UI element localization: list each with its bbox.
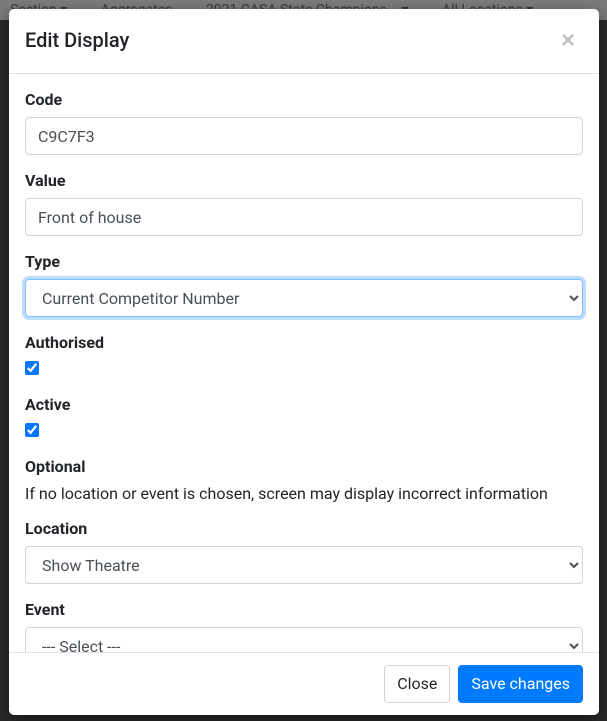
field-event: Event --- Select --- — [25, 600, 583, 652]
active-checkbox[interactable] — [25, 423, 39, 437]
value-input[interactable] — [25, 198, 583, 236]
authorised-label: Authorised — [25, 333, 583, 352]
location-label: Location — [25, 519, 583, 538]
close-button[interactable]: Close — [384, 665, 450, 703]
field-authorised: Authorised — [25, 333, 583, 379]
type-select[interactable]: Current Competitor Number — [25, 279, 583, 317]
location-select[interactable]: Show Theatre — [25, 546, 583, 584]
modal-footer: Close Save changes — [9, 652, 599, 715]
value-label: Value — [25, 171, 583, 190]
code-label: Code — [25, 90, 583, 109]
field-code: Code — [25, 90, 583, 155]
optional-label: Optional — [25, 457, 583, 476]
modal-title: Edit Display — [25, 25, 129, 55]
field-type: Type Current Competitor Number — [25, 252, 583, 317]
optional-helper-text: If no location or event is chosen, scree… — [25, 484, 583, 503]
authorised-checkbox[interactable] — [25, 361, 39, 375]
field-value: Value — [25, 171, 583, 236]
field-active: Active — [25, 395, 583, 441]
event-label: Event — [25, 600, 583, 619]
close-icon[interactable]: × — [553, 25, 583, 57]
event-select[interactable]: --- Select --- — [25, 627, 583, 652]
code-input[interactable] — [25, 117, 583, 155]
field-location: Location Show Theatre — [25, 519, 583, 584]
field-optional: Optional If no location or event is chos… — [25, 457, 583, 503]
edit-display-modal: Edit Display × Code Value Type Current C… — [9, 9, 599, 715]
save-button[interactable]: Save changes — [458, 665, 583, 703]
modal-header: Edit Display × — [9, 9, 599, 74]
modal-body: Code Value Type Current Competitor Numbe… — [9, 74, 599, 652]
active-label: Active — [25, 395, 583, 414]
type-label: Type — [25, 252, 583, 271]
